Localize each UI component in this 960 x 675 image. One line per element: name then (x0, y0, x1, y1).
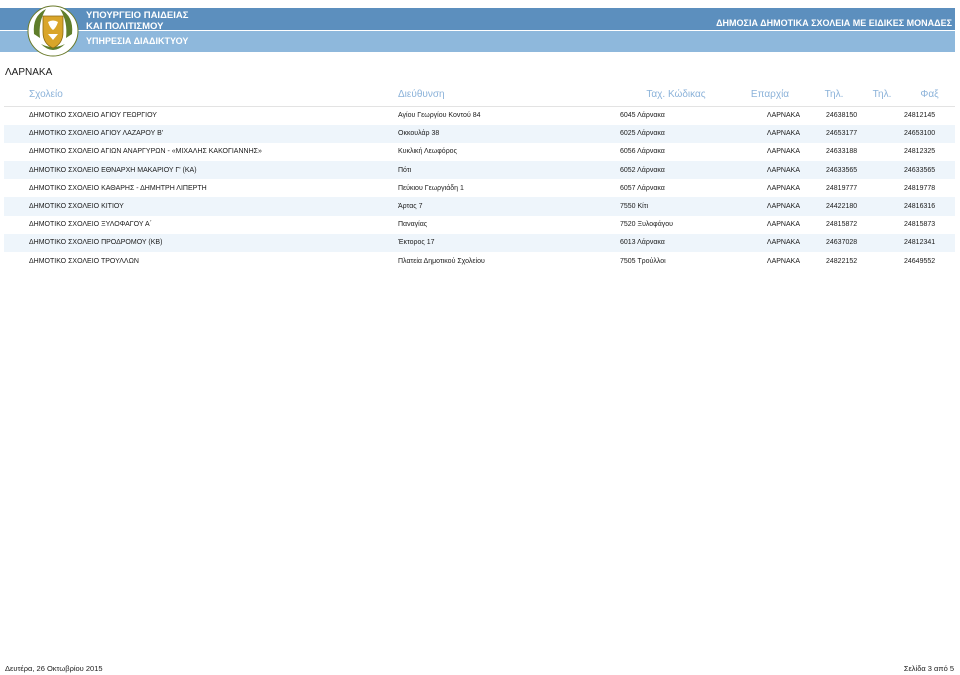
cell-postal-code: 7520 Ξυλοφάγου (620, 221, 673, 229)
cell-phone-2 (860, 216, 904, 234)
cell-fax: 24815873 (904, 221, 936, 229)
schools-table: Σχολείο Διεύθυνση Ταχ. Κώδικας Επαρχία Τ… (4, 84, 955, 271)
header-address: Διεύθυνση (398, 84, 620, 107)
table-row: ΔΗΜΟΤΙΚΟ ΣΧΟΛΕΙΟ ΠΡΟΔΡΟΜΟΥ (ΚΒ) Έκτορος 1… (4, 233, 955, 252)
table-row: ΔΗΜΟΤΙΚΟ ΣΧΟΛΕΙΟ ΚΑΘΑΡΗΣ - ΔΗΜΗΤΡΗ ΛΙΠΕΡ… (4, 179, 955, 198)
header-district: Επαρχία (732, 84, 808, 107)
footer-page-number: Σελίδα 3 από 5 (903, 664, 954, 673)
cell-fax: 24649552 (904, 257, 936, 265)
cell-postal-code: 6013 Λάρνακα (620, 239, 665, 247)
header-postal-code: Ταχ. Κώδικας (620, 84, 732, 107)
cell-address: Κυκλική Λεωφόρος (398, 148, 457, 156)
cell-school-name: ΔΗΜΟΤΙΚΟ ΣΧΟΛΕΙΟ ΕΘΝΑΡΧΗ ΜΑΚΑΡΙΟΥ Γ' (ΚΑ… (29, 166, 197, 174)
cell-address: Έκτορος 17 (398, 239, 435, 247)
cell-phone-1: 24633565 (826, 166, 858, 174)
coat-of-arms-logo (27, 5, 79, 57)
cell-phone-1: 24819777 (826, 184, 858, 192)
cell-district: ΛΑΡΝΑΚΑ (766, 239, 800, 247)
cell-phone-1: 24822152 (826, 257, 858, 265)
footer-date: Δευτέρα, 26 Οκτωβρίου 2015 (5, 664, 103, 673)
cell-phone-1: 24653177 (826, 130, 858, 138)
table-row: ΔΗΜΟΤΙΚΟ ΣΧΟΛΕΙΟ ΚΙΤΙΟΥ Άρτας 7 7550 Κίτι Λ… (4, 197, 955, 216)
cell-school-name: ΔΗΜΟΤΙΚΟ ΣΧΟΛΕΙΟ ΞΥΛΟΦΑΓΟΥ Α΄ (29, 221, 152, 229)
cell-address: Πεύκιου Γεωργιάδη 1 (398, 184, 464, 192)
cell-phone-2 (860, 161, 904, 179)
cell-school-name: ΔΗΜΟΤΙΚΟ ΣΧΟΛΕΙΟ ΚΑΘΑΡΗΣ - ΔΗΜΗΤΡΗ ΛΙΠΕΡ… (29, 184, 207, 192)
cell-school-name: ΔΗΜΟΤΙΚΟ ΣΧΟΛΕΙΟ ΑΓΙΟΥ ΓΕΩΡΓΙΟΥ (29, 112, 157, 120)
ministry-name: ΥΠΟΥΡΓΕΙΟ ΠΑΙΔΕΙΑΣ ΚΑΙ ΠΟΛΙΤΙΣΜΟΥ (86, 10, 188, 32)
cell-phone-2 (860, 143, 904, 161)
cell-phone-2 (860, 252, 904, 270)
table-header-row: Σχολείο Διεύθυνση Ταχ. Κώδικας Επαρχία Τ… (4, 84, 955, 107)
cell-fax: 24812145 (904, 112, 936, 120)
cell-fax: 24653100 (904, 130, 936, 138)
table-row: ΔΗΜΟΤΙΚΟ ΣΧΟΛΕΙΟ ΑΓΙΟΥ ΓΕΩΡΓΙΟΥ Αγίου Γεω… (4, 106, 955, 125)
cell-postal-code: 6056 Λάρνακα (620, 148, 665, 156)
cell-school-name: ΔΗΜΟΤΙΚΟ ΣΧΟΛΕΙΟ ΠΡΟΔΡΟΜΟΥ (ΚΒ) (29, 239, 163, 247)
cell-postal-code: 6045 Λάρνακα (620, 112, 665, 120)
header-fax: Φαξ (904, 84, 955, 107)
ministry-line-2: ΚΑΙ ΠΟΛΙΤΙΣΜΟΥ (86, 21, 164, 32)
cell-district: ΛΑΡΝΑΚΑ (766, 184, 800, 192)
cell-fax: 24819778 (904, 184, 936, 192)
cell-district: ΛΑΡΝΑΚΑ (766, 148, 800, 156)
cell-phone-2 (860, 125, 904, 143)
cell-fax: 24633565 (904, 166, 936, 174)
cell-phone-1: 24815872 (826, 221, 858, 229)
cell-phone-1: 24638150 (826, 112, 858, 120)
table-row: ΔΗΜΟΤΙΚΟ ΣΧΟΛΕΙΟ ΞΥΛΟΦΑΓΟΥ Α΄ Παναγίας 752… (4, 215, 955, 234)
cell-phone-1: 24637028 (826, 239, 858, 247)
cell-address: Άρτας 7 (398, 203, 423, 211)
cell-phone-2 (860, 179, 904, 197)
cell-phone-2 (860, 106, 904, 125)
cell-phone-2 (860, 197, 904, 215)
cell-school-name: ΔΗΜΟΤΙΚΟ ΣΧΟΛΕΙΟ ΤΡΟΥΛΛΩΝ (29, 257, 139, 265)
table-row: ΔΗΜΟΤΙΚΟ ΣΧΟΛΕΙΟ ΤΡΟΥΛΛΩΝ Πλατεία Δημοτικ… (4, 252, 955, 271)
header-phone-1: Τηλ. (808, 84, 860, 107)
table-row: ΔΗΜΟΤΙΚΟ ΣΧΟΛΕΙΟ ΑΓΙΟΥ ΛΑΖΑΡΟΥ Β' Οκκουλά… (4, 124, 955, 143)
cell-postal-code: 6057 Λάρνακα (620, 184, 665, 192)
service-name: ΥΠΗΡΕΣΙΑ ΔΙΑΔΙΚΤΥΟΥ (86, 36, 189, 46)
cell-district: ΛΑΡΝΑΚΑ (766, 112, 800, 120)
cell-fax: 24812341 (904, 239, 936, 247)
cell-address: Οκκουλάρ 38 (398, 130, 440, 138)
cell-district: ΛΑΡΝΑΚΑ (766, 166, 800, 174)
cell-phone-1: 24422180 (826, 203, 858, 211)
ministry-line-1: ΥΠΟΥΡΓΕΙΟ ΠΑΙΔΕΙΑΣ (86, 10, 189, 21)
cell-school-name: ΔΗΜΟΤΙΚΟ ΣΧΟΛΕΙΟ ΑΓΙΩΝ ΑΝΑΡΓΥΡΩΝ - «ΜΙΧΑ… (29, 148, 262, 156)
region-heading: ΛΑΡΝΑΚΑ (5, 67, 53, 78)
cell-school-name: ΔΗΜΟΤΙΚΟ ΣΧΟΛΕΙΟ ΚΙΤΙΟΥ (29, 203, 124, 211)
cell-district: ΛΑΡΝΑΚΑ (766, 130, 800, 138)
cell-district: ΛΑΡΝΑΚΑ (766, 203, 800, 211)
cell-phone-1: 24633188 (826, 148, 858, 156)
table-row: ΔΗΜΟΤΙΚΟ ΣΧΟΛΕΙΟ ΑΓΙΩΝ ΑΝΑΡΓΥΡΩΝ - «ΜΙΧΑ… (4, 142, 955, 162)
cell-address: Πλατεία Δημοτικού Σχολείου (398, 257, 485, 265)
cell-fax: 24812325 (904, 148, 936, 156)
cell-postal-code: 6052 Λάρνακα (620, 166, 665, 174)
cell-postal-code: 6025 Λάρνακα (620, 130, 665, 138)
cell-school-name: ΔΗΜΟΤΙΚΟ ΣΧΟΛΕΙΟ ΑΓΙΟΥ ΛΑΖΑΡΟΥ Β' (29, 130, 164, 138)
cell-phone-2 (860, 234, 904, 252)
page-header: ΥΠΟΥΡΓΕΙΟ ΠΑΙΔΕΙΑΣ ΚΑΙ ΠΟΛΙΤΙΣΜΟΥ ΥΠΗΡΕΣ… (0, 0, 960, 60)
cell-address: Πότι (398, 166, 412, 174)
cell-district: ΛΑΡΝΑΚΑ (766, 221, 800, 229)
table-body: ΔΗΜΟΤΙΚΟ ΣΧΟΛΕΙΟ ΑΓΙΟΥ ΓΕΩΡΓΙΟΥ Αγίου Γεω… (4, 106, 955, 271)
cell-address: Παναγίας (398, 221, 428, 229)
cell-postal-code: 7550 Κίτι (620, 203, 649, 211)
cell-address: Αγίου Γεωργίου Κοντού 84 (398, 112, 481, 120)
cell-fax: 24816316 (904, 203, 936, 211)
cell-postal-code: 7505 Τρούλλοι (620, 257, 666, 265)
table-row: ΔΗΜΟΤΙΚΟ ΣΧΟΛΕΙΟ ΕΘΝΑΡΧΗ ΜΑΚΑΡΙΟΥ Γ' (ΚΑ… (4, 161, 955, 180)
document-title: ΔΗΜΟΣΙΑ ΔΗΜΟΤΙΚΑ ΣΧΟΛΕΙΑ ΜΕ ΕΙΔΙΚΕΣ ΜΟΝΑ… (716, 18, 952, 28)
cell-district: ΛΑΡΝΑΚΑ (766, 257, 800, 265)
header-school: Σχολείο (4, 84, 398, 107)
header-phone-2: Τηλ. (860, 84, 904, 107)
